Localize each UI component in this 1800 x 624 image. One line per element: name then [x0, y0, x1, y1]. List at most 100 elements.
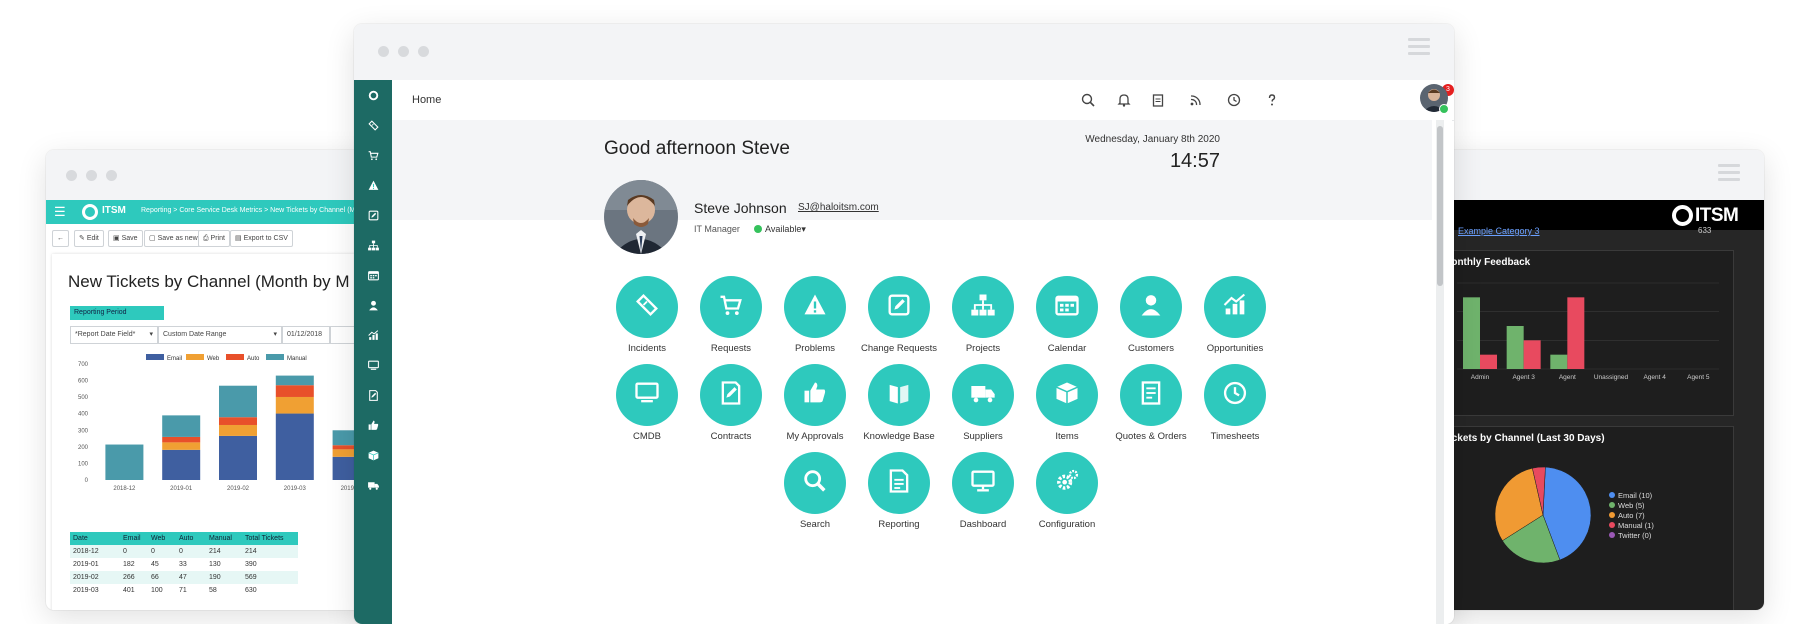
- feedback-bar-chart: 0246AdminAgent 3AgentUnassignedAgent 4Ag…: [1446, 281, 1719, 381]
- print-button[interactable]: ⎙ Print: [198, 230, 230, 247]
- from-date-input[interactable]: 01/12/2018: [282, 326, 330, 344]
- sidebar-item-hierarchy-icon[interactable]: [354, 236, 392, 260]
- table-header-cell[interactable]: Web: [148, 532, 176, 545]
- legend-swatch: [186, 354, 204, 360]
- clock-icon: [1221, 379, 1249, 412]
- window-dot: [418, 46, 429, 57]
- dashboard-window: ITSM Example Category 3 633 Monthly Feed…: [1424, 150, 1764, 610]
- x-tick-label: Agent 5: [1687, 374, 1710, 381]
- table-header-cell[interactable]: Email: [120, 532, 148, 545]
- sidebar-item-edit-icon[interactable]: [354, 206, 392, 230]
- help-icon[interactable]: [1262, 90, 1282, 110]
- y-tick-label: 600: [78, 379, 89, 385]
- hamburger-icon[interactable]: [1718, 164, 1740, 185]
- x-tick-label: Agent 4: [1643, 374, 1666, 381]
- sidebar-item-cart-icon[interactable]: [354, 146, 392, 170]
- table-row: 2019-01 182 45 33 130 390: [70, 558, 298, 571]
- table-cell: 390: [245, 561, 257, 568]
- table-header-cell[interactable]: Auto: [176, 532, 206, 545]
- hierarchy-icon: [969, 291, 997, 324]
- sidebar-item-home-circle-icon[interactable]: [354, 86, 392, 110]
- tile-circle: [616, 276, 678, 338]
- bar-segment: [162, 442, 201, 450]
- sidebar-item-calendar-icon[interactable]: [354, 266, 392, 290]
- table-header-cell[interactable]: Date: [70, 532, 120, 545]
- table-cell: 71: [179, 587, 187, 594]
- scrollbar-thumb[interactable]: [1437, 126, 1443, 286]
- tile-circle: [1036, 364, 1098, 426]
- tile-opportunities[interactable]: Opportunities: [1192, 276, 1276, 362]
- period-label: Reporting Period: [70, 306, 164, 320]
- profile-photo[interactable]: [604, 180, 678, 254]
- hamburger-icon[interactable]: [1408, 38, 1430, 59]
- sidebar-item-contract-icon[interactable]: [354, 386, 392, 410]
- y-tick-label: 100: [78, 461, 89, 467]
- report-icon: [885, 467, 913, 500]
- legend-dot: [1609, 512, 1615, 518]
- report-toolbar: ← ✎ Edit ▣ Save ▢ Save as new ⎙ Print ▤ …: [52, 230, 386, 248]
- save-button[interactable]: ▣ Save: [108, 230, 143, 247]
- tile-circle: [868, 364, 930, 426]
- range-value: Custom Date Range: [163, 331, 227, 338]
- user-email-link[interactable]: SJ@haloitsm.com: [798, 202, 879, 213]
- thumbs-up-icon: [801, 379, 829, 412]
- sidebar-item-warning-icon[interactable]: [354, 176, 392, 200]
- sidebar-item-box-icon[interactable]: [354, 446, 392, 470]
- status-dropdown[interactable]: Available▾: [754, 224, 806, 235]
- monitor-icon: [633, 379, 661, 412]
- tile-circle: [700, 276, 762, 338]
- table-cell: 214: [242, 545, 298, 558]
- save-as-new-button[interactable]: ▢ Save as new: [144, 230, 203, 247]
- sidebar-item-cube-icon[interactable]: [354, 506, 392, 530]
- table-cell: 569: [242, 571, 298, 584]
- contract-icon: [717, 379, 745, 412]
- report-table: Date Email Web Auto Manual Total Tickets 2018-…: [70, 532, 298, 597]
- category-link[interactable]: Example Category 3: [1458, 226, 1540, 236]
- bar-segment: [105, 444, 144, 480]
- clock-icon[interactable]: [1224, 90, 1244, 110]
- table-header-row: Date Email Web Auto Manual Total Tickets: [70, 532, 298, 545]
- cart-icon: [717, 291, 745, 324]
- sidebar-item-monitor-icon[interactable]: [354, 356, 392, 380]
- cart-icon: [367, 149, 380, 167]
- sidebar-item-thumbs-up-icon[interactable]: [354, 416, 392, 440]
- export-csv-button[interactable]: ▤ Export to CSV: [230, 230, 293, 247]
- sidebar-item-chart-icon[interactable]: [354, 326, 392, 350]
- tile-circle: [616, 364, 678, 426]
- legend-label: Web (5): [1618, 501, 1645, 510]
- x-tick-label: Agent: [1559, 374, 1576, 381]
- breadcrumb-home[interactable]: Home: [412, 94, 441, 106]
- tile-configuration[interactable]: Configuration: [1024, 452, 1108, 538]
- channel-title: Tickets by Channel (Last 30 Days): [1443, 433, 1605, 444]
- y-tick-label: 500: [78, 395, 89, 401]
- rss-icon[interactable]: [1186, 90, 1206, 110]
- date-field-select[interactable]: *Report Date Field* ▾: [70, 326, 158, 344]
- legend-item: Auto (7): [1609, 511, 1654, 521]
- truck-icon: [367, 479, 380, 497]
- category-row: Example Category 3 633: [1458, 226, 1764, 240]
- tile-timesheets[interactable]: Timesheets: [1192, 364, 1276, 450]
- table-cell: 214: [206, 545, 242, 558]
- current-date: Wednesday, January 8th 2020: [1085, 134, 1220, 145]
- sidebar-item-user-icon[interactable]: [354, 296, 392, 320]
- legend-dot: [1609, 492, 1615, 498]
- legend-label: Email (10): [1618, 491, 1653, 500]
- range-select[interactable]: Custom Date Range ▾: [158, 326, 282, 344]
- sidebar-item-ticket-icon[interactable]: [354, 116, 392, 140]
- tile-label: Timesheets: [1210, 431, 1260, 442]
- table-header-cell[interactable]: Total Tickets: [242, 532, 298, 545]
- menu-icon[interactable]: ☰: [54, 204, 66, 220]
- search-icon[interactable]: [1078, 90, 1098, 110]
- clipboard-icon[interactable]: [1148, 90, 1168, 110]
- table-cell: 58: [209, 587, 217, 594]
- breadcrumb[interactable]: Reporting > Core Service Desk Metrics > …: [141, 207, 359, 214]
- bar-segment: [219, 385, 257, 418]
- bell-icon[interactable]: [1114, 90, 1134, 110]
- table-header-cell[interactable]: Manual: [206, 532, 242, 545]
- table-row: 2019-03 401 100 71 58 630: [70, 584, 298, 597]
- table-cell: 182: [123, 561, 135, 568]
- edit-button[interactable]: ✎ Edit: [74, 230, 104, 247]
- back-button[interactable]: ←: [52, 230, 69, 247]
- sidebar-item-truck-icon[interactable]: [354, 476, 392, 500]
- table-cell: 190: [206, 571, 242, 584]
